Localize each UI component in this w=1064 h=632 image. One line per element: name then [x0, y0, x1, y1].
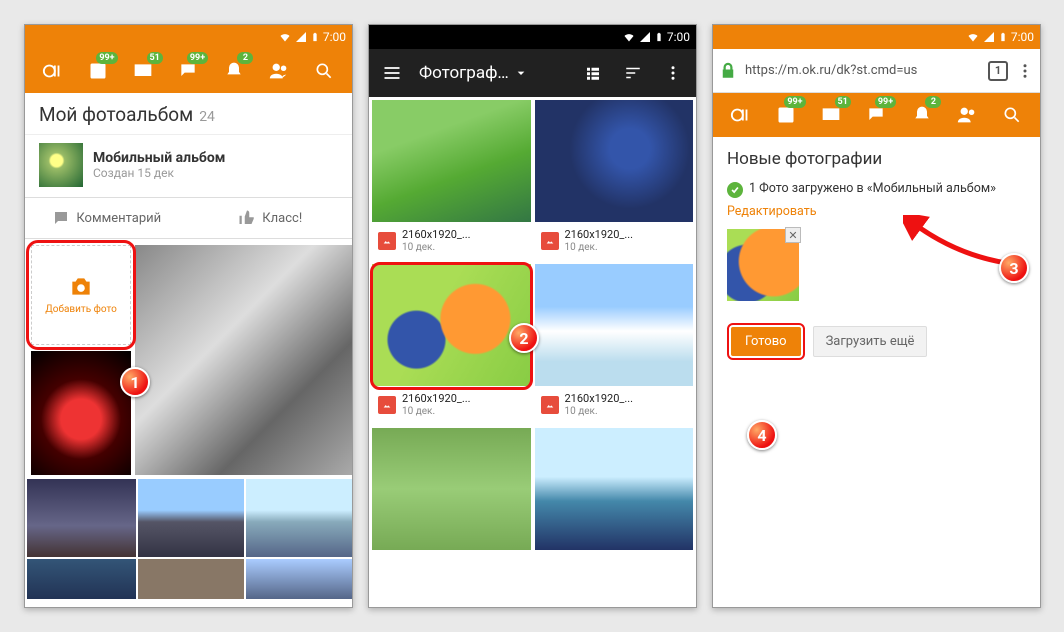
photo-grid: Добавить фото	[25, 239, 352, 599]
menu-button[interactable]	[31, 49, 74, 93]
done-button[interactable]: Готово	[731, 327, 801, 356]
search-button[interactable]	[991, 93, 1034, 137]
view-list-button[interactable]	[574, 49, 612, 97]
image-type-icon	[541, 396, 559, 414]
battery-icon	[654, 30, 664, 44]
gallery-toolbar: Фотограф…	[369, 49, 696, 97]
status-bar: 7:00	[25, 25, 352, 49]
album-thumbnail	[39, 143, 83, 187]
wifi-icon	[278, 31, 292, 43]
grid-photo[interactable]	[27, 479, 136, 557]
upload-success-row: 1 Фото загружено в «Мобильный альбом»	[727, 181, 1026, 198]
menu-button[interactable]	[719, 93, 762, 137]
ok-toolbar: 99+ 51 99+ 2	[713, 93, 1040, 137]
screenshot-3: 7:00 https://m.ok.ru/dk?st.cmd=us 1 99+ …	[712, 24, 1041, 608]
step-marker-1: 1	[120, 367, 150, 397]
feed-button[interactable]: 99+	[76, 49, 119, 93]
gallery-item[interactable]	[372, 428, 531, 550]
gallery-title[interactable]: Фотограф…	[413, 63, 572, 83]
step-marker-4: 4	[747, 420, 777, 450]
grid-photo[interactable]	[138, 559, 244, 599]
url-text: https://m.ok.ru/dk?st.cmd=us	[745, 63, 980, 78]
search-button[interactable]	[303, 49, 346, 93]
battery-icon	[310, 30, 320, 44]
gallery-item[interactable]: 2160x1920_...10 дек.	[372, 100, 531, 260]
overflow-button[interactable]	[1016, 62, 1034, 80]
add-photo-tile[interactable]: Добавить фото	[31, 245, 131, 345]
wifi-icon	[622, 31, 636, 43]
tab-count[interactable]: 1	[988, 61, 1008, 81]
camera-icon	[68, 274, 94, 300]
highlight-frame: Готово	[727, 323, 805, 360]
notifications-button[interactable]: 2	[212, 49, 255, 93]
gallery-item[interactable]: 2160x1920_...10 дек.	[535, 264, 694, 424]
grid-photo[interactable]	[246, 479, 352, 557]
check-icon	[727, 182, 743, 198]
album-header[interactable]: Мобильный альбом Создан 15 дек	[25, 135, 352, 197]
wifi-icon	[966, 31, 980, 43]
step-marker-3: 3	[999, 253, 1029, 283]
status-bar: 7:00	[713, 25, 1040, 49]
ok-toolbar: 99+ 51 99+ 2	[25, 49, 352, 93]
grid-photo[interactable]	[138, 479, 244, 557]
discussions-button[interactable]: 99+	[167, 49, 210, 93]
status-time: 7:00	[323, 30, 346, 44]
image-type-icon	[378, 396, 396, 414]
overflow-button[interactable]	[654, 49, 692, 97]
gallery-thumb	[535, 428, 694, 550]
chevron-down-icon	[513, 65, 529, 81]
messages-button[interactable]: 51	[122, 49, 165, 93]
signal-icon	[983, 31, 995, 43]
status-time: 7:00	[1011, 30, 1034, 44]
gallery-item[interactable]: 2160x1920_...10 дек.	[535, 100, 694, 260]
signal-icon	[295, 31, 307, 43]
feed-button[interactable]: 99+	[764, 93, 807, 137]
gallery-item[interactable]: 2160x1920_...10 дек.	[372, 264, 531, 424]
grid-photo[interactable]	[135, 245, 353, 475]
album-created: Создан 15 дек	[93, 166, 225, 180]
discussions-button[interactable]: 99+	[855, 93, 898, 137]
gallery-thumb	[372, 264, 531, 386]
image-type-icon	[378, 232, 396, 250]
uploaded-thumbnail[interactable]: ✕	[727, 229, 799, 301]
grid-photo[interactable]	[31, 351, 131, 475]
remove-thumb-button[interactable]: ✕	[785, 227, 801, 243]
album-name: Мобильный альбом	[93, 150, 225, 166]
status-bar: 7:00	[369, 25, 696, 49]
messages-button[interactable]: 51	[810, 93, 853, 137]
like-button[interactable]: Класс!	[189, 198, 353, 238]
comment-button[interactable]: Комментарий	[25, 198, 189, 238]
page-title: Мой фотоальбом	[39, 103, 193, 126]
signal-icon	[639, 31, 651, 43]
lock-icon	[719, 62, 737, 80]
notifications-button[interactable]: 2	[900, 93, 943, 137]
edit-link[interactable]: Редактировать	[727, 204, 817, 219]
friends-button[interactable]	[257, 49, 300, 93]
screenshot-1: 7:00 99+ 51 99+ 2 Мой фотоальбом 24 Моби…	[24, 24, 353, 608]
status-time: 7:00	[667, 30, 690, 44]
page-title-row: Мой фотоальбом 24	[25, 93, 352, 135]
browser-url-bar[interactable]: https://m.ok.ru/dk?st.cmd=us 1	[713, 49, 1040, 93]
image-type-icon	[541, 232, 559, 250]
screenshot-2: 7:00 Фотограф… 2160x1920_...10 дек. 2160…	[368, 24, 697, 608]
gallery-thumb	[372, 428, 531, 550]
page-heading: Новые фотографии	[727, 149, 1026, 169]
grid-photo[interactable]	[27, 559, 136, 599]
upload-more-button[interactable]: Загрузить ещё	[813, 326, 928, 357]
friends-button[interactable]	[945, 93, 988, 137]
success-text: 1 Фото загружено в «Мобильный альбом»	[749, 181, 996, 196]
hamburger-button[interactable]	[373, 49, 411, 97]
comment-icon	[52, 209, 70, 227]
album-count: 24	[199, 109, 215, 125]
battery-icon	[998, 30, 1008, 44]
grid-photo[interactable]	[246, 559, 352, 599]
thumbs-up-icon	[238, 209, 256, 227]
step-marker-2: 2	[509, 323, 539, 353]
sort-button[interactable]	[614, 49, 652, 97]
gallery-thumb	[372, 100, 531, 222]
gallery-thumb	[535, 100, 694, 222]
action-bar: Комментарий Класс!	[25, 197, 352, 239]
gallery-item[interactable]	[535, 428, 694, 550]
gallery-thumb	[535, 264, 694, 386]
